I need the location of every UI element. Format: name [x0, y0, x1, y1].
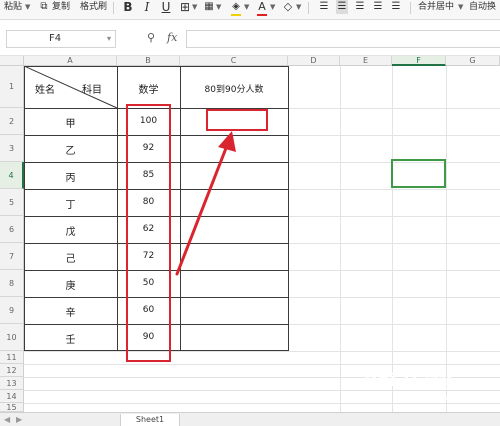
toolbar-divider [308, 2, 309, 14]
name-cell[interactable]: 甲 [24, 115, 117, 130]
watermark-domain: jingyan.baidu.com [400, 394, 465, 402]
fill-color-icon[interactable]: ◈ [230, 0, 242, 14]
header-count-cell[interactable]: 80到90分人数 [180, 82, 288, 95]
font-color-swatch [257, 14, 267, 16]
align-left-icon[interactable]: ☰ [318, 0, 330, 14]
header-name-cell[interactable]: 姓名 [35, 81, 55, 96]
select-all-corner[interactable] [0, 56, 24, 66]
row-header-2[interactable]: 2 [0, 108, 24, 135]
paste-dropdown-icon[interactable]: ▼ [25, 1, 30, 13]
active-cell-f4[interactable] [391, 159, 446, 188]
toolbar-divider [410, 2, 411, 14]
name-cell[interactable]: 戊 [24, 223, 117, 238]
header-math-cell[interactable]: 数学 [117, 81, 180, 96]
formula-value [187, 39, 190, 49]
fill-color-dropdown-icon[interactable]: ▼ [244, 1, 249, 13]
copy-icon[interactable]: ⧉ [38, 0, 50, 14]
sheet-tab-bar: ◀ ▶ Sheet1 [0, 412, 500, 426]
gridline [392, 66, 393, 412]
watermark-brand-suffix: 经验 [424, 374, 455, 392]
copy-button[interactable]: 复制 [52, 1, 70, 13]
row-header-13[interactable]: 13 [0, 377, 24, 390]
row-header-8[interactable]: 8 [0, 270, 24, 297]
watermark-brand: Bai [364, 370, 397, 391]
name-cell[interactable]: 乙 [24, 142, 117, 157]
formula-bar: F4 ▾ ⚲ fx [0, 20, 500, 56]
row-header-15[interactable]: 15 [0, 403, 24, 412]
row-header-9[interactable]: 9 [0, 297, 24, 324]
name-cell[interactable]: 己 [24, 250, 117, 265]
font-color-dropdown-icon[interactable]: ▼ [270, 1, 275, 13]
borders-icon[interactable]: ⊞ [179, 0, 191, 14]
gridline [24, 364, 500, 365]
chevron-down-icon[interactable]: ▾ [107, 34, 111, 43]
format-painter-button[interactable]: 格式刷 [80, 1, 107, 13]
row-header-14[interactable]: 14 [0, 390, 24, 403]
fill-color-swatch [231, 14, 241, 16]
row-header-7[interactable]: 7 [0, 243, 24, 270]
annotation-arrow-icon [175, 131, 236, 276]
justify-icon[interactable]: ☰ [372, 0, 384, 14]
name-box[interactable]: F4 ▾ [6, 30, 116, 48]
paw-icon: ✿ [404, 368, 418, 387]
sheet-tab[interactable]: Sheet1 [120, 414, 180, 426]
clear-format-icon[interactable]: ◇ [282, 0, 294, 14]
distributed-align-icon[interactable]: ☰ [390, 0, 402, 14]
align-center-icon[interactable]: ☰ [336, 0, 348, 14]
gridline [446, 66, 447, 412]
font-color-icon[interactable]: A [256, 0, 268, 14]
column-header-b[interactable]: B [117, 56, 180, 66]
column-header-e[interactable]: E [340, 56, 392, 66]
column-header-c[interactable]: C [180, 56, 288, 66]
toolbar-divider [113, 2, 114, 14]
score-range-highlight [126, 104, 171, 362]
gridline [24, 351, 500, 352]
align-right-icon[interactable]: ☰ [354, 0, 366, 14]
name-cell[interactable]: 庚 [24, 277, 117, 292]
name-cell[interactable]: 壬 [24, 331, 117, 346]
header-subject-cell[interactable]: 科目 [82, 81, 102, 96]
column-header-a[interactable]: A [24, 56, 117, 66]
baidu-jingyan-watermark: Bai ✿ 经验 jingyan.baidu.com [360, 368, 500, 408]
bold-icon[interactable]: B [122, 0, 134, 14]
name-cell[interactable]: 辛 [24, 304, 117, 319]
row-header-3[interactable]: 3 [0, 135, 24, 162]
fill-style-icon[interactable]: ▦ [203, 0, 215, 14]
underline-icon[interactable]: U [160, 0, 172, 14]
row-header-1[interactable]: 1 [0, 66, 24, 108]
fill-style-dropdown-icon[interactable]: ▼ [216, 1, 221, 13]
name-cell[interactable]: 丁 [24, 196, 117, 211]
name-box-value: F4 [48, 33, 62, 44]
sheet-nav-prev-icon[interactable]: ◀ [4, 414, 10, 426]
spreadsheet-window: 粘贴 ▼ ⧉ 复制 格式刷 B I U ⊞ ▼ ▦ ▼ ◈ ▼ A ▼ ◇ ▼ … [0, 0, 500, 426]
row-header-11[interactable]: 11 [0, 351, 24, 364]
gridline [340, 66, 341, 412]
name-cell[interactable]: 丙 [24, 169, 117, 184]
borders-dropdown-icon[interactable]: ▼ [192, 1, 197, 13]
auto-wrap-button[interactable]: 自动换 [469, 1, 496, 13]
row-header-4[interactable]: 4 [0, 162, 24, 189]
row-header-10[interactable]: 10 [0, 324, 24, 351]
italic-icon[interactable]: I [141, 0, 153, 14]
merge-center-button[interactable]: 合并居中 [418, 1, 454, 13]
column-header-f[interactable]: F [392, 56, 446, 66]
paste-button[interactable]: 粘贴 [4, 1, 22, 13]
sheet-nav-next-icon[interactable]: ▶ [16, 414, 22, 426]
table-border [288, 66, 289, 351]
zoom-lookup-icon[interactable]: ⚲ [147, 31, 155, 44]
row-header-12[interactable]: 12 [0, 364, 24, 377]
row-header-6[interactable]: 6 [0, 216, 24, 243]
column-header-g[interactable]: G [446, 56, 500, 66]
clear-format-dropdown-icon[interactable]: ▼ [296, 1, 301, 13]
column-header-d[interactable]: D [288, 56, 340, 66]
ribbon-toolbar: 粘贴 ▼ ⧉ 复制 格式刷 B I U ⊞ ▼ ▦ ▼ ◈ ▼ A ▼ ◇ ▼ … [0, 0, 500, 20]
row-header-5[interactable]: 5 [0, 189, 24, 216]
merge-center-dropdown-icon[interactable]: ▼ [458, 1, 463, 13]
fx-icon[interactable]: fx [167, 31, 177, 44]
formula-input[interactable] [186, 30, 500, 48]
